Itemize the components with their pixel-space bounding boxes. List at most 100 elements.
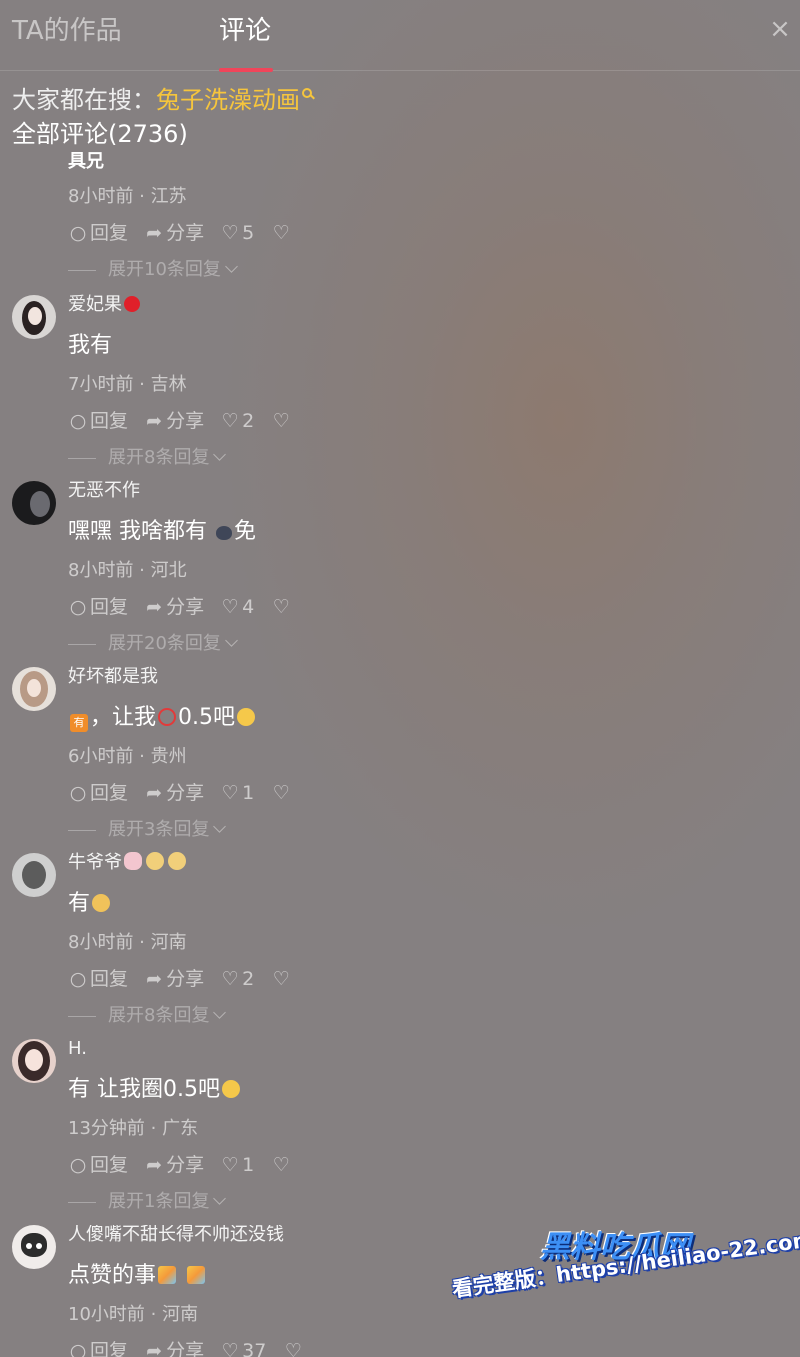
comment-username[interactable]: 牛爷爷 [68, 850, 188, 876]
reply-label: 回复 [90, 1340, 129, 1357]
like-button[interactable]: ♡ 37 [220, 1337, 267, 1357]
avatar[interactable] [12, 481, 56, 525]
like-count: 1 [242, 1154, 255, 1176]
reply-button[interactable]: ○ 回复 [68, 593, 128, 621]
like-button[interactable]: ♡ 2 [220, 407, 255, 435]
dislike-heart-icon[interactable]: ♡ [270, 593, 292, 621]
like-button[interactable]: ♡ 5 [220, 219, 255, 247]
share-arrow-icon: ➦ [146, 1154, 163, 1176]
comment-text: 具兄 [68, 151, 104, 172]
comment-actions: ○ 回复 ➦ 分享 ♡ 37 ♡ [68, 1337, 304, 1357]
close-icon[interactable]: × [766, 14, 794, 44]
comment-username[interactable]: H. [68, 1036, 87, 1062]
expand-label: 展开3条回复 [108, 819, 210, 840]
text-part: ，让我 [90, 705, 157, 730]
comment-username[interactable]: 人傻嘴不甜长得不帅还没钱 [68, 1225, 284, 1248]
search-icon[interactable] [302, 85, 314, 99]
apple-emoji-icon [124, 296, 140, 312]
like-button[interactable]: ♡ 1 [220, 779, 255, 807]
dislike-heart-icon[interactable]: ♡ [270, 219, 292, 247]
comment-time: 8小时前 [68, 560, 134, 581]
comment-meta: 8小时前 · 河北 [68, 560, 187, 581]
comment-username[interactable]: 爱妃果 [68, 292, 142, 318]
you-sticker-icon: 有 [70, 714, 88, 732]
text-part: 嘿嘿 我啥都有 [68, 519, 207, 544]
share-label: 分享 [166, 968, 205, 990]
like-button[interactable]: ♡ 4 [220, 593, 255, 621]
comment-text: 有，让我 0.5吧 [68, 703, 257, 733]
reply-button[interactable]: ○ 回复 [68, 965, 128, 993]
dislike-heart-icon[interactable]: ♡ [270, 965, 292, 993]
comment-item: H. 有 让我圈0.5吧 13分钟前 · 广东 ○ 回复 ➦ 分享 ♡ 1 ♡ 展开1… [0, 1036, 800, 1225]
expand-replies-button[interactable]: 展开8条回复 [68, 1003, 227, 1029]
avatar[interactable] [12, 667, 56, 711]
party-emoji-icon [158, 1266, 177, 1284]
search-keyword-link[interactable]: 兔子洗澡动画 [156, 86, 300, 114]
avatar[interactable] [12, 1225, 56, 1269]
expand-replies-button[interactable]: 展开20条回复 [68, 631, 238, 657]
share-button[interactable]: ➦ 分享 [144, 965, 204, 993]
reply-button[interactable]: ○ 回复 [68, 779, 128, 807]
comment-time: 13分钟前 [68, 1118, 145, 1139]
heart-icon: ♡ [221, 968, 239, 990]
share-label: 分享 [166, 410, 205, 432]
heart-icon: ♡ [221, 596, 239, 618]
comment-username[interactable]: 好坏都是我 [68, 664, 158, 690]
comment-time: 7小时前 [68, 374, 134, 395]
comment-username[interactable]: 无恶不作 [68, 478, 140, 504]
share-button[interactable]: ➦ 分享 [144, 219, 204, 247]
chevron-down-icon [213, 448, 227, 461]
like-button[interactable]: ♡ 2 [220, 965, 255, 993]
old-man-emoji-icon [168, 852, 186, 870]
comment-item: 好坏都是我 有，让我 0.5吧 6小时前 · 贵州 ○ 回复 ➦ 分享 ♡ 1 ♡ 展开… [0, 664, 800, 853]
expand-replies-button[interactable]: 展开10条回复 [68, 257, 238, 283]
dislike-heart-icon[interactable]: ♡ [270, 1151, 292, 1179]
tab-comments[interactable]: 评论 [219, 14, 271, 48]
reply-button[interactable]: ○ 回复 [68, 407, 128, 435]
username-text: 爱妃果 [68, 294, 122, 315]
comment-actions: ○ 回复 ➦ 分享 ♡ 4 ♡ [68, 593, 292, 621]
comment-bubble-icon: ○ [69, 410, 87, 432]
crying-emoji-icon [221, 1080, 240, 1098]
share-arrow-icon: ➦ [146, 596, 163, 618]
avatar[interactable] [12, 1039, 56, 1083]
like-button[interactable]: ♡ 1 [220, 1151, 255, 1179]
dislike-heart-icon[interactable]: ♡ [270, 407, 292, 435]
comment-location: 吉林 [150, 374, 187, 395]
comment-meta: 8小时前 · 江苏 [68, 186, 187, 207]
dislike-heart-icon[interactable]: ♡ [282, 1337, 304, 1357]
text-part: 点赞的事 [68, 1263, 157, 1288]
reply-button[interactable]: ○ 回复 [68, 1151, 128, 1179]
reply-label: 回复 [90, 968, 129, 990]
divider-line [68, 643, 96, 645]
share-label: 分享 [166, 222, 205, 244]
share-arrow-icon: ➦ [146, 782, 163, 804]
expand-replies-button[interactable]: 展开8条回复 [68, 445, 227, 471]
share-button[interactable]: ➦ 分享 [144, 1337, 204, 1357]
username-text: 牛爷爷 [68, 852, 122, 873]
comment-text: 嘿嘿 我啥都有 免 [68, 517, 256, 547]
share-button[interactable]: ➦ 分享 [144, 407, 204, 435]
comment-actions: ○ 回复 ➦ 分享 ♡ 1 ♡ [68, 779, 292, 807]
share-label: 分享 [166, 1340, 205, 1357]
reply-button[interactable]: ○ 回复 [68, 1337, 128, 1357]
tab-ta-works[interactable]: TA的作品 [12, 14, 122, 48]
share-button[interactable]: ➦ 分享 [144, 1151, 204, 1179]
heart-icon: ♡ [221, 782, 239, 804]
shy-emoji-icon [92, 894, 111, 912]
reply-button[interactable]: ○ 回复 [68, 219, 128, 247]
expand-replies-button[interactable]: 展开3条回复 [68, 817, 227, 843]
share-arrow-icon: ➦ [146, 222, 163, 244]
share-button[interactable]: ➦ 分享 [144, 779, 204, 807]
text-part: 有 [68, 891, 91, 916]
share-button[interactable]: ➦ 分享 [144, 593, 204, 621]
avatar[interactable] [12, 853, 56, 897]
comment-bubble-icon: ○ [69, 1340, 87, 1357]
comment-actions: ○ 回复 ➦ 分享 ♡ 5 ♡ [68, 219, 292, 247]
comment-bubble-icon: ○ [69, 782, 87, 804]
expand-replies-button[interactable]: 展开1条回复 [68, 1189, 227, 1215]
dislike-heart-icon[interactable]: ♡ [270, 779, 292, 807]
avatar[interactable] [12, 295, 56, 339]
comment-bubble-icon: ○ [69, 968, 87, 990]
text-part: 有 让我圈0.5吧 [68, 1077, 220, 1102]
